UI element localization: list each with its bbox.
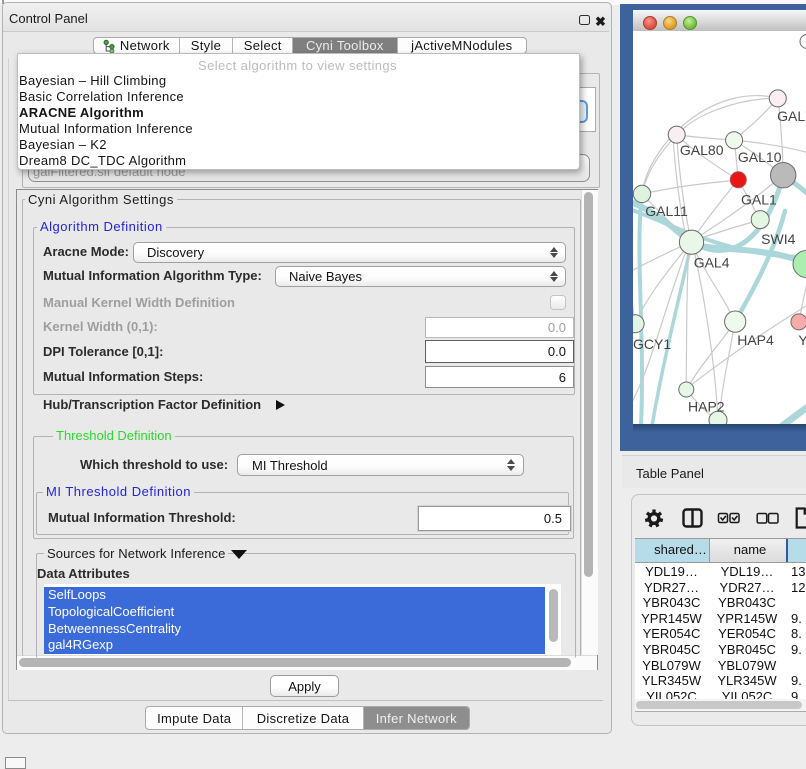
svg-text:GAL80: GAL80 (680, 142, 724, 158)
svg-text:GAL4: GAL4 (694, 255, 730, 271)
svg-text:GAL11: GAL11 (645, 203, 688, 219)
svg-text:HAP4: HAP4 (737, 332, 774, 348)
svg-text:GAL10: GAL10 (738, 149, 782, 165)
svg-text:SWI4: SWI4 (761, 231, 795, 247)
svg-text:HAP2: HAP2 (688, 399, 725, 415)
svg-text:Y: Y (798, 332, 806, 348)
svg-text:GCY1: GCY1 (633, 336, 671, 352)
svg-text:GAL1: GAL1 (741, 192, 777, 208)
svg-text:GAL7: GAL7 (777, 108, 806, 124)
